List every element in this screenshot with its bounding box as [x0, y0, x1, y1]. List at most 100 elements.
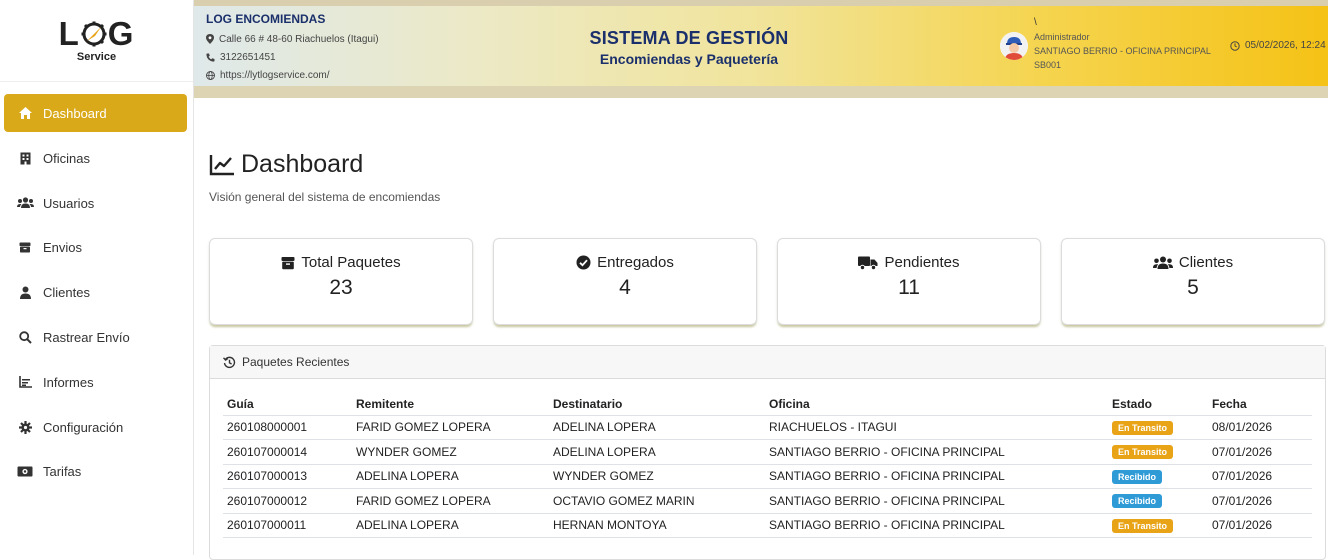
logo-letter-g: G [107, 14, 135, 52]
user-code: SB001 [1034, 60, 1062, 70]
avatar [1000, 32, 1028, 60]
column-header-fecha[interactable]: Fecha [1208, 393, 1312, 416]
cell-destinatario: ADELINA LOPERA [549, 439, 765, 465]
table-row[interactable]: 260108000001 FARID GOMEZ LOPERA ADELINA … [223, 415, 1312, 440]
table-row[interactable]: 260107000011 ADELINA LOPERA HERNAN MONTO… [223, 513, 1312, 538]
table-header-row: Guía Remitente Destinatario Oficina Esta… [223, 393, 1312, 416]
truck-icon [858, 256, 878, 270]
sidebar-nav: Dashboard Oficinas Usuarios Envios Clien… [0, 94, 193, 494]
stat-card-entregados: Entregados 4 [493, 238, 757, 325]
company-website[interactable]: https://lytlogservice.com/ [206, 66, 379, 84]
sidebar-item-clientes[interactable]: Clientes [0, 270, 193, 315]
sidebar-item-configuracion[interactable]: Configuración [0, 405, 193, 450]
stat-card-value: 11 [898, 276, 920, 299]
users-icon [16, 194, 34, 212]
search-icon [16, 329, 34, 347]
stat-card-value: 23 [329, 276, 353, 299]
page-subtitle: Visión general del sistema de encomienda… [209, 190, 441, 204]
sidebar-item-label: Usuarios [43, 195, 95, 211]
company-phone: 3122651451 [206, 48, 379, 66]
box-icon [16, 239, 34, 257]
phone-text: 3122651451 [220, 51, 276, 63]
cell-remitente: ADELINA LOPERA [352, 464, 549, 489]
user-icon [16, 284, 34, 302]
website-link[interactable]: https://lytlogservice.com/ [220, 70, 329, 81]
cell-oficina: SANTIAGO BERRIO - OFICINA PRINCIPAL [765, 488, 1108, 514]
column-header-destinatario[interactable]: Destinatario [549, 393, 765, 416]
globe-icon [206, 70, 215, 80]
recent-packages-table: Guía Remitente Destinatario Oficina Esta… [223, 393, 1312, 538]
status-badge: En Transito [1112, 445, 1174, 460]
check-circle-icon [576, 255, 591, 270]
sidebar-item-envios[interactable]: Envios [0, 226, 193, 271]
sidebar-item-usuarios[interactable]: Usuarios [0, 181, 193, 226]
page-title: Dashboard [209, 150, 363, 179]
user-mark: \ [1034, 17, 1037, 28]
sidebar-item-label: Clientes [43, 285, 90, 301]
status-badge: Recibido [1112, 494, 1163, 509]
cell-fecha: 07/01/2026 [1208, 488, 1312, 514]
status-badge: En Transito [1112, 518, 1174, 533]
company-address: Calle 66 # 48-60 Riachuelos (Itagui) [206, 30, 379, 48]
cell-guia: 260107000012 [223, 488, 352, 514]
cell-remitente: WYNDER GOMEZ [352, 439, 549, 465]
logo[interactable]: L G Service [0, 0, 193, 82]
sidebar-item-tarifas[interactable]: Tarifas [0, 450, 193, 495]
status-badge: Recibido [1112, 469, 1163, 484]
recent-packages-header: Paquetes Recientes [210, 346, 1325, 379]
stat-card-total-paquetes: Total Paquetes 23 [209, 238, 473, 325]
sidebar-item-informes[interactable]: Informes [0, 360, 193, 405]
recent-packages-panel: Paquetes Recientes Guía Remitente Destin… [209, 345, 1326, 560]
cell-destinatario: HERNAN MONTOYA [549, 513, 765, 538]
sidebar-item-oficinas[interactable]: Oficinas [0, 136, 193, 181]
column-header-estado[interactable]: Estado [1108, 393, 1208, 416]
system-title-main: SISTEMA DE GESTIÓN [589, 28, 789, 48]
cell-oficina: SANTIAGO BERRIO - OFICINA PRINCIPAL [765, 439, 1108, 465]
box-icon [281, 256, 295, 269]
sidebar-item-label: Tarifas [43, 464, 82, 480]
sidebar-item-label: Dashboard [43, 105, 107, 121]
cell-fecha: 07/01/2026 [1208, 439, 1312, 465]
status-badge: En Transito [1112, 420, 1174, 435]
sidebar-item-label: Informes [43, 374, 94, 390]
address-text: Calle 66 # 48-60 Riachuelos (Itagui) [219, 33, 379, 45]
stat-card-value: 5 [1187, 276, 1199, 299]
datetime-text: 05/02/2026, 12:24 [1245, 40, 1326, 51]
user-office: SANTIAGO BERRIO - OFICINA PRINCIPAL [1034, 46, 1211, 56]
phone-icon [206, 53, 215, 62]
table-row[interactable]: 260107000013 ADELINA LOPERA WYNDER GOMEZ… [223, 464, 1312, 489]
cell-remitente: FARID GOMEZ LOPERA [352, 415, 549, 440]
recent-packages-title: Paquetes Recientes [242, 355, 350, 369]
cell-remitente: FARID GOMEZ LOPERA [352, 488, 549, 514]
cell-fecha: 07/01/2026 [1208, 464, 1312, 489]
column-header-guia[interactable]: Guía [223, 393, 352, 416]
system-title-sub: Encomiendas y Paquetería [599, 51, 779, 67]
datetime: 05/02/2026, 12:24 [1230, 40, 1326, 51]
cell-remitente: ADELINA LOPERA [352, 513, 549, 538]
cell-guia: 260107000011 [223, 513, 352, 538]
cell-guia: 260108000001 [223, 415, 352, 440]
table-row[interactable]: 260107000012 FARID GOMEZ LOPERA OCTAVIO … [223, 488, 1312, 514]
column-header-remitente[interactable]: Remitente [352, 393, 549, 416]
sidebar-item-rastrear-envio[interactable]: Rastrear Envío [0, 315, 193, 360]
gear-icon [16, 418, 34, 436]
cell-fecha: 07/01/2026 [1208, 513, 1312, 538]
user-info[interactable]: \ Administrador SANTIAGO BERRIO - OFICIN… [1000, 16, 1211, 72]
column-header-oficina[interactable]: Oficina [765, 393, 1108, 416]
table-row[interactable]: 260107000014 WYNDER GOMEZ ADELINA LOPERA… [223, 439, 1312, 465]
system-title: SISTEMA DE GESTIÓN Encomiendas y Paquete… [589, 28, 789, 67]
logo-subtitle: Service [76, 50, 117, 63]
stat-card-clientes: Clientes 5 [1061, 238, 1325, 325]
location-pin-icon [206, 34, 214, 44]
cell-guia: 260107000014 [223, 439, 352, 465]
sidebar: L G Service Dashboard Oficinas Usuarios … [0, 0, 194, 555]
stat-card-label: Pendientes [884, 254, 960, 271]
gear-logo-icon [81, 21, 107, 46]
cell-destinatario: OCTAVIO GOMEZ MARIN [549, 488, 765, 514]
cell-fecha: 08/01/2026 [1208, 415, 1312, 440]
stat-card-value: 4 [619, 276, 631, 299]
sidebar-item-label: Configuración [43, 419, 124, 435]
sidebar-item-dashboard[interactable]: Dashboard [4, 94, 187, 132]
cell-oficina: SANTIAGO BERRIO - OFICINA PRINCIPAL [765, 464, 1108, 489]
cell-oficina: SANTIAGO BERRIO - OFICINA PRINCIPAL [765, 513, 1108, 538]
